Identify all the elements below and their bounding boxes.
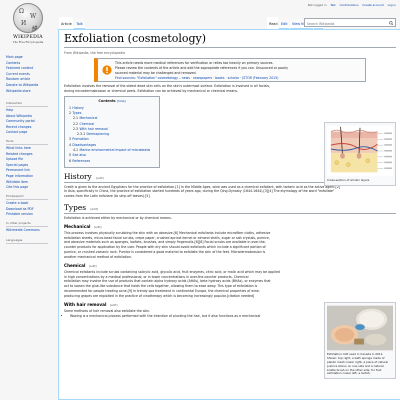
types-line-1: Exfoliation is achieved either by mechan… (64, 215, 172, 220)
toc-item-number: 5 (69, 153, 72, 158)
history-line-3: comes from the Latin exfoliare (to strip… (64, 194, 150, 199)
not-logged-in-label: Not logged in (307, 3, 327, 7)
types-heading: Types [edit] (64, 203, 396, 214)
toc-item-label[interactable]: References (72, 159, 90, 163)
skin-figure-caption: Cross-section of all skin layers (327, 178, 370, 183)
tab-article[interactable]: Article (59, 17, 73, 29)
history-edit-link[interactable]: [edit] (96, 176, 104, 180)
logo-tagline: The Free Encyclopedia (12, 40, 44, 44)
tab-read[interactable]: Read (267, 17, 278, 29)
toc-title: Contents [hide] (69, 99, 155, 104)
toc-item-number: 3 (69, 137, 72, 142)
site-subtitle: From Wikipedia, the free encyclopedia (64, 50, 126, 55)
create-account-link[interactable]: Create account (362, 3, 383, 7)
types-edit-link[interactable]: [edit] (90, 207, 98, 211)
page-title: Exfoliation (cosmetology) (64, 32, 396, 49)
chemical-edit-link[interactable]: [edit] (89, 264, 97, 268)
toc-item-number: 2 (69, 110, 72, 115)
sidebar-item-printable-version[interactable]: Printable version (6, 212, 56, 218)
toc-list: 1History 2Types 2.1Mechanical 2.2Chemical 2.… (69, 106, 155, 164)
log-in-link[interactable]: Log in (388, 3, 396, 7)
personal-tools: Not logged in Talk Contributions Create … (305, 3, 396, 7)
toc-hide-toggle[interactable]: [hide] (117, 99, 126, 103)
toc-item-label[interactable]: Mechanical (79, 116, 97, 120)
skin-cross-section-figure: Cross-section of all skin layers (324, 122, 396, 187)
wikipedia-logo[interactable]: Ω W И 維 WIKIPEDIA The Free Encyclopedia (4, 3, 52, 47)
sidebar-item-cite-page[interactable]: Cite this page (6, 185, 56, 191)
languages-heading: Languages (6, 238, 48, 244)
toc-item-label[interactable]: Types (72, 111, 81, 115)
navigation-portal: Main page Contents Featured content Curr… (6, 55, 56, 94)
skin-cross-section-image[interactable] (327, 125, 393, 177)
toc-item-label[interactable]: History (72, 106, 83, 110)
intro-line-2: during microdermabrasion or chemical pee… (64, 88, 239, 93)
user-contributions-link[interactable]: Contributions (340, 3, 359, 7)
exfoliation-tools-photo[interactable] (327, 305, 393, 351)
interaction-portal: Interaction Help About Wikipedia Communi… (6, 101, 56, 136)
search-input[interactable]: Search Wikipedia (304, 18, 396, 27)
puzzle-globe-icon: Ω W И 維 (13, 3, 43, 33)
toc-item-label[interactable]: Marine environmental impact of microbead… (79, 148, 150, 152)
tools-portal: Tools What links here Related changes Up… (6, 139, 56, 191)
toc-item-number: 2.1 (73, 116, 79, 121)
toc-title-text: Contents (98, 99, 116, 104)
top-bar: Not logged in Talk Contributions Create … (58, 0, 400, 30)
tools-heading: Tools (6, 139, 48, 145)
mechanical-edit-link[interactable]: [edit] (94, 225, 102, 229)
toc-item-number: 2.2 (73, 121, 79, 126)
toc-item[interactable]: 6References (69, 159, 155, 164)
languages-portal: Languages (6, 238, 56, 245)
search-placeholder: Search Wikipedia (307, 21, 335, 26)
toc-item-number: 2.3 (73, 126, 79, 131)
toc-item-number: 2.3.1 (77, 132, 86, 137)
types-heading-text: Types (64, 202, 87, 212)
user-talk-link[interactable]: Talk (330, 3, 335, 7)
sidebar-item-store[interactable]: Wikipedia store (6, 89, 56, 95)
other-projects-heading: In other projects (6, 221, 48, 227)
print-portal: Print/export Create a book Download as P… (6, 194, 56, 218)
logo-wordmark: WIKIPEDIA (13, 35, 43, 40)
mechanical-line-6: another mechanical method of exfoliation… (64, 254, 132, 259)
mechanical-heading-text: Mechanical (64, 223, 91, 229)
toc-item-number: 4.1 (73, 148, 79, 153)
find-sources-links[interactable]: Find sources: "Exfoliation" cosmetology … (115, 76, 361, 81)
tools-figure-caption: Exfoliation mitt used in Canada in 2011.… (327, 352, 389, 376)
chemical-heading-text: Chemical (64, 262, 86, 268)
tab-talk[interactable]: Talk (74, 17, 85, 29)
sidebar-item-contact[interactable]: Contact page (6, 130, 56, 136)
other-projects-portal: In other projects Wikimedia Commons (6, 221, 56, 234)
toc-item-label[interactable]: Disadvantages (72, 143, 96, 147)
print-heading: Print/export (6, 194, 48, 200)
history-heading-text: History (64, 171, 92, 181)
toc-item-label[interactable]: Dermaplaning (87, 132, 110, 136)
interaction-heading: Interaction (6, 101, 48, 107)
sidebar-item-wikimedia-commons[interactable]: Wikimedia Commons (6, 228, 56, 234)
hair-removal-heading-text: With hair removal (64, 302, 107, 308)
toc-item-number: 6 (69, 158, 72, 163)
toc-item-label[interactable]: Promotion (72, 137, 88, 141)
toc-item-label[interactable]: See also (72, 153, 85, 157)
hair-removal-edit-link[interactable]: [edit] (110, 303, 118, 307)
sidebar: Ω W И 維 WIKIPEDIA The Free Encyclopedia … (0, 0, 58, 400)
article-content: Exfoliation (cosmetology) From Wikipedia… (58, 29, 400, 400)
tab-edit[interactable]: Edit (279, 17, 289, 29)
toc-item-label[interactable]: Chemical (79, 122, 94, 126)
toc-item-number: 1 (69, 105, 72, 110)
search-icon[interactable] (388, 20, 394, 26)
table-of-contents: Contents [hide] 1History 2Types 2.1Mechani… (64, 96, 160, 168)
chemical-line-6: producing grapes are exploited in the pr… (64, 293, 255, 298)
chemical-heading: Chemical [edit] (64, 263, 396, 268)
toc-item-number: 4 (69, 142, 72, 147)
mechanical-heading: Mechanical [edit] (64, 224, 396, 229)
exfoliation-tools-figure: Exfoliation mitt used in Canada in 2011.… (324, 302, 396, 380)
toc-item-label[interactable]: With hair removal (79, 127, 107, 131)
warning-icon (102, 65, 112, 75)
references-notice: This article needs more medical referenc… (94, 57, 366, 82)
